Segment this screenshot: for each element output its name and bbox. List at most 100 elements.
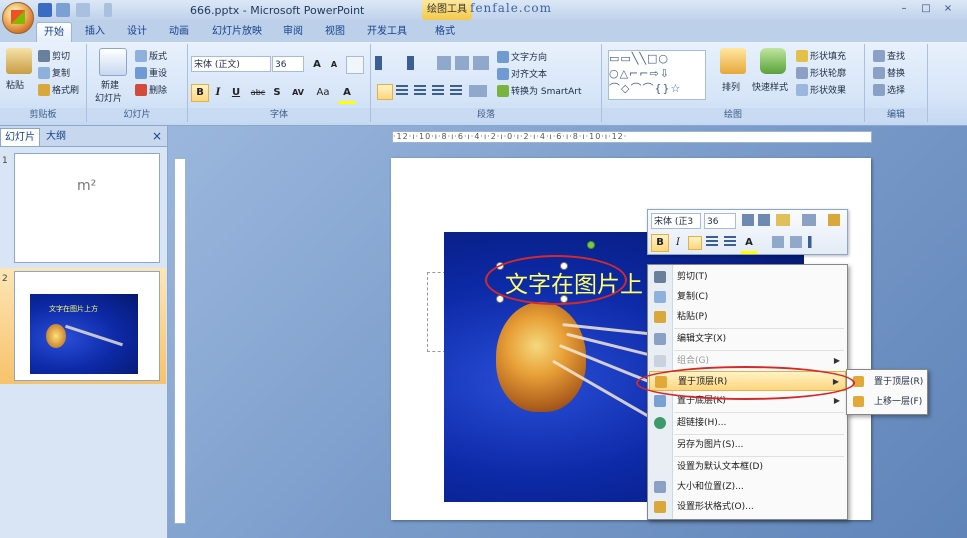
menu-item-paste[interactable]: 粘贴(P) bbox=[649, 307, 846, 327]
menu-item-copy[interactable]: 复制(C) bbox=[649, 287, 846, 307]
char-spacing-button[interactable]: AV bbox=[286, 84, 310, 102]
tab-developer[interactable]: 开发工具 bbox=[362, 22, 412, 41]
submenu-item-bring-to-front[interactable]: 置于顶层(R) bbox=[848, 372, 926, 392]
italic-button[interactable]: I bbox=[209, 84, 227, 102]
shapes-gallery[interactable]: ▭▭╲╲□○ ○△⌐⌐⇨⇩ ⌒◇⌒⌒{}☆ bbox=[608, 50, 706, 100]
new-slide-label-2[interactable]: 幻灯片 bbox=[95, 91, 122, 104]
line-spacing-icon[interactable] bbox=[473, 56, 489, 70]
quick-styles-button[interactable]: 快速样式 bbox=[752, 80, 788, 93]
new-slide-icon[interactable] bbox=[99, 48, 127, 76]
numbering-icon[interactable] bbox=[407, 56, 435, 70]
layout-button[interactable]: 版式 bbox=[135, 49, 167, 62]
grow-font-button[interactable]: A bbox=[308, 56, 326, 74]
mini-increase-indent-icon[interactable] bbox=[790, 236, 802, 248]
mini-font-color-button[interactable]: A bbox=[740, 234, 758, 254]
tab-outline-pane[interactable]: 大纲 bbox=[42, 128, 70, 145]
mini-font-size-field[interactable]: 36 bbox=[704, 213, 736, 229]
reset-button[interactable]: 重设 bbox=[135, 66, 167, 79]
undo-icon[interactable] bbox=[56, 3, 70, 17]
tab-view[interactable]: 视图 bbox=[320, 22, 350, 41]
menu-item-size-position[interactable]: 大小和位置(Z)... bbox=[649, 477, 846, 497]
font-size-field[interactable]: 36 bbox=[272, 56, 304, 72]
tab-slides-pane[interactable]: 幻灯片 bbox=[0, 128, 40, 146]
tab-format[interactable]: 格式 bbox=[428, 22, 462, 41]
mini-bold-button[interactable]: B bbox=[651, 234, 669, 252]
columns-icon[interactable] bbox=[469, 85, 487, 97]
mini-bullets-icon[interactable] bbox=[808, 236, 822, 248]
align-center-icon[interactable] bbox=[396, 85, 408, 97]
arrange-icon[interactable] bbox=[720, 48, 746, 74]
slide-thumbnail-2[interactable]: 文字在图片上方 bbox=[14, 271, 160, 381]
find-button[interactable]: 查找 bbox=[873, 49, 905, 62]
align-right-icon[interactable] bbox=[414, 85, 426, 97]
smartart-button[interactable]: 转换为 SmartArt bbox=[497, 84, 581, 97]
font-name-field[interactable]: 宋体 (正文) bbox=[191, 56, 271, 72]
strikethrough-button[interactable]: abc bbox=[247, 84, 269, 102]
bold-button[interactable]: B bbox=[191, 84, 209, 102]
clear-format-button[interactable] bbox=[346, 56, 364, 74]
slide-thumbnail-1[interactable]: m² bbox=[14, 153, 160, 263]
mini-italic-button[interactable]: I bbox=[669, 234, 687, 252]
menu-item-format-shape[interactable]: 设置形状格式(O)... bbox=[649, 497, 846, 517]
menu-item-save-as-picture[interactable]: 另存为图片(S)... bbox=[649, 435, 846, 455]
change-case-button[interactable]: Aa bbox=[312, 84, 334, 102]
mini-fill-icon[interactable] bbox=[776, 214, 790, 226]
align-left-icon[interactable] bbox=[377, 84, 393, 100]
paste-icon[interactable] bbox=[6, 48, 32, 74]
menu-item-edit-text[interactable]: 编辑文字(X) bbox=[649, 329, 846, 349]
shape-outline-button[interactable]: 形状轮廓 bbox=[796, 66, 846, 79]
office-button[interactable] bbox=[2, 2, 34, 34]
align-text-button[interactable]: 对齐文本 bbox=[497, 67, 547, 80]
mini-shrink-font-icon[interactable] bbox=[758, 214, 770, 226]
cut-button[interactable]: 剪切 bbox=[38, 49, 70, 62]
submenu-item-bring-forward[interactable]: 上移一层(F) bbox=[848, 392, 926, 412]
rotate-handle[interactable] bbox=[587, 241, 595, 249]
menu-item-cut[interactable]: 剪切(T) bbox=[649, 267, 846, 287]
mini-align-right-icon[interactable] bbox=[724, 236, 736, 248]
tab-insert[interactable]: 插入 bbox=[80, 22, 110, 41]
mini-align-center-icon[interactable] bbox=[706, 236, 718, 248]
format-painter-button[interactable]: 格式刷 bbox=[38, 83, 79, 96]
shape-effects-button[interactable]: 形状效果 bbox=[796, 83, 846, 96]
font-color-button[interactable]: A bbox=[338, 84, 356, 104]
underline-button[interactable]: U bbox=[227, 84, 245, 102]
new-slide-label[interactable]: 新建 bbox=[101, 78, 119, 91]
close-button[interactable]: × bbox=[940, 2, 956, 16]
save-icon[interactable] bbox=[38, 3, 52, 17]
thumbnail-jellyfish bbox=[46, 324, 66, 348]
quick-styles-icon[interactable] bbox=[760, 48, 786, 74]
mini-decrease-indent-icon[interactable] bbox=[772, 236, 784, 248]
tab-design[interactable]: 设计 bbox=[122, 22, 152, 41]
maximize-button[interactable]: □ bbox=[918, 2, 934, 16]
redo-icon[interactable] bbox=[76, 3, 90, 17]
paste-button[interactable]: 粘贴 bbox=[6, 78, 24, 91]
mini-format-painter-icon[interactable] bbox=[828, 214, 840, 226]
tab-review[interactable]: 审阅 bbox=[278, 22, 308, 41]
mini-outline-icon[interactable] bbox=[802, 214, 816, 226]
distribute-icon[interactable] bbox=[450, 85, 462, 97]
shape-fill-button[interactable]: 形状填充 bbox=[796, 49, 846, 62]
mini-grow-font-icon[interactable] bbox=[742, 214, 754, 226]
decrease-indent-icon[interactable] bbox=[437, 56, 451, 70]
qat-customize-icon[interactable] bbox=[104, 3, 112, 17]
tab-home[interactable]: 开始 bbox=[36, 22, 72, 42]
bullets-icon[interactable] bbox=[375, 56, 403, 70]
shrink-font-button[interactable]: A bbox=[325, 56, 343, 74]
menu-item-set-default-textbox[interactable]: 设置为默认文本框(D) bbox=[649, 457, 846, 477]
shadow-button[interactable]: S bbox=[268, 84, 286, 102]
replace-button[interactable]: 替换 bbox=[873, 66, 905, 79]
delete-slide-button[interactable]: 删除 bbox=[135, 83, 167, 96]
arrange-button[interactable]: 排列 bbox=[722, 80, 740, 93]
tab-slideshow[interactable]: 幻灯片放映 bbox=[206, 22, 268, 41]
select-button[interactable]: 选择 bbox=[873, 83, 905, 96]
increase-indent-icon[interactable] bbox=[455, 56, 469, 70]
tab-animations[interactable]: 动画 bbox=[164, 22, 194, 41]
mini-align-left-icon[interactable] bbox=[688, 236, 702, 250]
close-pane-button[interactable]: × bbox=[148, 128, 166, 145]
copy-button[interactable]: 复制 bbox=[38, 66, 70, 79]
text-direction-button[interactable]: 文字方向 bbox=[497, 50, 547, 63]
menu-item-hyperlink[interactable]: 超链接(H)... bbox=[649, 413, 846, 433]
minimize-button[interactable]: – bbox=[896, 2, 912, 16]
justify-icon[interactable] bbox=[432, 85, 444, 97]
mini-font-name-field[interactable]: 宋体 (正3 bbox=[651, 213, 701, 229]
